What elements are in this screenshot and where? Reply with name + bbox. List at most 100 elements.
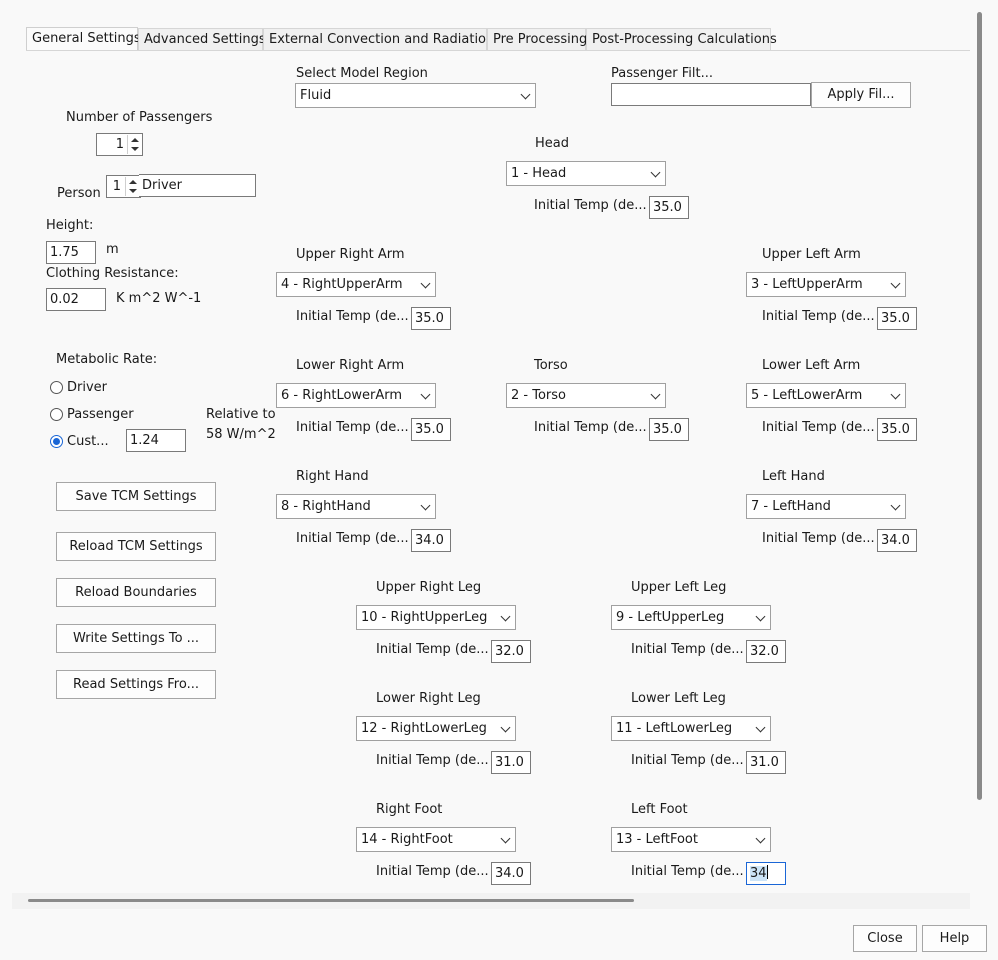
- right-hand-temp-input[interactable]: 34.0: [411, 529, 451, 552]
- vertical-scrollbar[interactable]: [977, 12, 982, 800]
- chevron-down-icon: [650, 389, 661, 400]
- upper-right-leg-select[interactable]: 10 - RightUpperLeg: [356, 605, 516, 630]
- left-hand-title: Left Hand: [762, 469, 825, 484]
- lower-right-leg-temp-input[interactable]: 31.0: [491, 751, 531, 774]
- right-hand-temp-label: Initial Temp (de...: [296, 531, 409, 546]
- upper-left-leg-temp-input[interactable]: 32.0: [746, 640, 786, 663]
- left-hand-select-value: 7 - LeftHand: [751, 499, 831, 514]
- person-label: Person: [57, 186, 101, 201]
- lower-left-arm-temp-input[interactable]: 35.0: [877, 418, 917, 441]
- lower-left-arm-select[interactable]: 5 - LeftLowerArm: [746, 383, 906, 408]
- upper-left-arm-select-value: 3 - LeftUpperArm: [751, 277, 863, 292]
- clothing-unit: K m^2 W^-1: [116, 291, 202, 306]
- torso-select-value: 2 - Torso: [511, 388, 566, 403]
- head-temp-input[interactable]: 35.0: [649, 196, 689, 219]
- left-foot-temp-label: Initial Temp (de...: [631, 864, 744, 879]
- save-tcm-settings-button[interactable]: Save TCM Settings: [56, 482, 216, 511]
- chevron-down-icon: [755, 611, 766, 622]
- upper-right-arm-select[interactable]: 4 - RightUpperArm: [276, 272, 436, 297]
- height-input[interactable]: 1.75: [46, 241, 96, 264]
- model-region-select[interactable]: Fluid: [295, 83, 536, 108]
- tab-general-settings[interactable]: General Settings: [26, 27, 141, 52]
- lower-right-leg-select-value: 12 - RightLowerLeg: [361, 721, 487, 736]
- tab-external-convection[interactable]: External Convection and Radiation: [263, 28, 494, 51]
- torso-temp-label: Initial Temp (de...: [534, 420, 647, 435]
- chevron-down-icon: [650, 167, 661, 178]
- lower-right-leg-title: Lower Right Leg: [376, 691, 481, 706]
- spin-up-icon[interactable]: [131, 138, 139, 142]
- lower-right-arm-select[interactable]: 6 - RightLowerArm: [276, 383, 436, 408]
- read-settings-button[interactable]: Read Settings Fro...: [56, 670, 216, 699]
- upper-left-arm-select[interactable]: 3 - LeftUpperArm: [746, 272, 906, 297]
- passengers-spinner[interactable]: 1: [96, 133, 143, 156]
- metabolic-custom-input[interactable]: 1.24: [126, 429, 186, 452]
- upper-right-arm-temp-input[interactable]: 35.0: [411, 307, 451, 330]
- horizontal-scrollbar[interactable]: [28, 899, 634, 902]
- lower-left-leg-temp-label: Initial Temp (de...: [631, 753, 744, 768]
- lower-left-arm-title: Lower Left Arm: [762, 358, 861, 373]
- clothing-label: Clothing Resistance:: [46, 266, 179, 281]
- upper-right-leg-temp-input[interactable]: 32.0: [491, 640, 531, 663]
- chevron-down-icon: [755, 722, 766, 733]
- torso-temp-input[interactable]: 35.0: [649, 418, 689, 441]
- upper-left-leg-select[interactable]: 9 - LeftUpperLeg: [611, 605, 771, 630]
- left-foot-temp-input[interactable]: 34: [746, 862, 786, 885]
- spinner-arrows: [125, 177, 139, 196]
- right-hand-select-value: 8 - RightHand: [281, 499, 371, 514]
- radio-passenger[interactable]: [50, 408, 63, 421]
- upper-left-arm-temp-label: Initial Temp (de...: [762, 309, 875, 324]
- chevron-down-icon: [890, 500, 901, 511]
- person-spinner[interactable]: 1: [106, 175, 141, 198]
- radio-driver[interactable]: [50, 381, 63, 394]
- head-select-value: 1 - Head: [511, 166, 567, 181]
- reload-boundaries-button[interactable]: Reload Boundaries: [56, 578, 216, 607]
- lower-left-leg-select[interactable]: 11 - LeftLowerLeg: [611, 716, 771, 741]
- torso-select[interactable]: 2 - Torso: [506, 383, 666, 408]
- text-caret: [766, 865, 768, 879]
- left-foot-temp-value: 34: [750, 866, 767, 881]
- help-button[interactable]: Help: [922, 925, 987, 952]
- spin-down-icon[interactable]: [129, 189, 137, 193]
- right-hand-title: Right Hand: [296, 469, 369, 484]
- tab-advanced-settings[interactable]: Advanced Settings: [138, 28, 266, 51]
- lower-right-arm-temp-label: Initial Temp (de...: [296, 420, 409, 435]
- tab-pre-processing[interactable]: Pre Processing: [487, 28, 587, 51]
- height-unit: m: [106, 242, 119, 257]
- close-button[interactable]: Close: [853, 925, 917, 952]
- spin-up-icon[interactable]: [129, 180, 137, 184]
- upper-left-leg-title: Upper Left Leg: [631, 580, 727, 595]
- lower-right-arm-temp-input[interactable]: 35.0: [411, 418, 451, 441]
- right-foot-temp-input[interactable]: 34.0: [491, 862, 531, 885]
- right-foot-select[interactable]: 14 - RightFoot: [356, 827, 516, 852]
- lower-right-arm-select-value: 6 - RightLowerArm: [281, 388, 403, 403]
- head-select[interactable]: 1 - Head: [506, 161, 666, 186]
- write-settings-button[interactable]: Write Settings To ...: [56, 624, 216, 653]
- left-hand-select[interactable]: 7 - LeftHand: [746, 494, 906, 519]
- right-foot-select-value: 14 - RightFoot: [361, 832, 453, 847]
- lower-left-leg-select-value: 11 - LeftLowerLeg: [616, 721, 733, 736]
- passengers-label: Number of Passengers: [66, 110, 213, 125]
- reload-tcm-settings-button[interactable]: Reload TCM Settings: [56, 532, 216, 561]
- upper-left-arm-temp-input[interactable]: 35.0: [877, 307, 917, 330]
- person-name-input[interactable]: Driver: [139, 174, 256, 197]
- tab-post-processing[interactable]: Post-Processing Calculations: [586, 28, 777, 51]
- radio-custom[interactable]: [50, 435, 63, 448]
- chevron-down-icon: [420, 500, 431, 511]
- torso-title: Torso: [534, 358, 568, 373]
- passengers-count: 1: [115, 137, 124, 152]
- relative-to-label: Relative to: [206, 407, 276, 422]
- spin-down-icon[interactable]: [131, 147, 139, 151]
- upper-left-leg-select-value: 9 - LeftUpperLeg: [616, 610, 725, 625]
- left-hand-temp-input[interactable]: 34.0: [877, 529, 917, 552]
- lower-right-leg-select[interactable]: 12 - RightLowerLeg: [356, 716, 516, 741]
- passenger-filter-input[interactable]: [611, 83, 811, 106]
- model-region-label: Select Model Region: [296, 66, 428, 81]
- left-foot-select-value: 13 - LeftFoot: [616, 832, 698, 847]
- chevron-down-icon: [890, 278, 901, 289]
- apply-filter-button[interactable]: Apply Fil...: [811, 82, 911, 108]
- lower-left-leg-temp-input[interactable]: 31.0: [746, 751, 786, 774]
- left-foot-select[interactable]: 13 - LeftFoot: [611, 827, 771, 852]
- clothing-input[interactable]: 0.02: [46, 288, 106, 311]
- radio-custom-label: Cust...: [67, 434, 109, 449]
- right-hand-select[interactable]: 8 - RightHand: [276, 494, 436, 519]
